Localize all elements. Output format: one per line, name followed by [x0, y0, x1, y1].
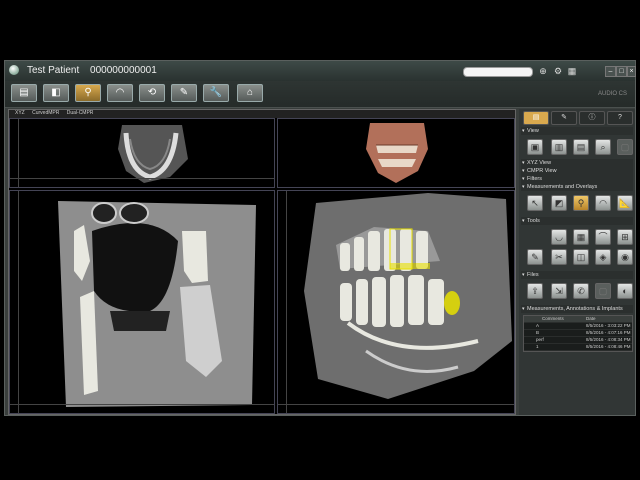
3d-render-view[interactable]	[277, 118, 515, 188]
3d-skull-image	[366, 123, 428, 183]
annotations-table: Comments Date A 8/5/2016 - 3:03:22 PM B …	[523, 315, 633, 352]
disabled-view-icon: ▢	[617, 139, 633, 155]
eraser-icon[interactable]: ◩	[551, 195, 567, 211]
section-cmpr-view[interactable]: CMPR View	[521, 167, 633, 175]
annotation-date: 8/5/2016 - 4:07:16 PM	[586, 330, 631, 335]
pen-icon[interactable]: ✎	[527, 249, 543, 265]
magnify-icon[interactable]: ⌕	[595, 139, 611, 155]
grid-icon[interactable]: ▦	[567, 66, 577, 76]
section-view[interactable]: View	[521, 127, 633, 135]
maximize-button[interactable]: □	[616, 66, 627, 77]
annotation-date: 8/5/2016 - 3:03:22 PM	[586, 323, 631, 328]
view-mode-3-icon[interactable]: ▤	[573, 139, 589, 155]
view-mode-1-icon[interactable]: ▣	[527, 139, 543, 155]
table-row[interactable]: A 8/5/2016 - 3:03:22 PM	[524, 323, 632, 330]
panorama-icon[interactable]: ▦	[573, 229, 589, 245]
annotation-name: 1	[536, 344, 539, 349]
table-header: Comments Date	[524, 316, 632, 323]
table-row[interactable]: perf 8/5/2016 - 4:08:34 PM	[524, 337, 632, 344]
cube-icon[interactable]: ◈	[595, 249, 611, 265]
window-title: Test Patient 000000000001	[27, 65, 165, 76]
viewport-area: XYZ CurvedMPR Dual-CMPR	[8, 109, 516, 415]
tools-button[interactable]: 🔧	[203, 84, 229, 102]
coronal-jaw-image	[58, 201, 256, 407]
settings-icon[interactable]: ⚙	[553, 66, 563, 76]
sagittal-jaw-image	[304, 193, 512, 399]
axial-view[interactable]	[9, 118, 275, 188]
zoom-icon[interactable]: ⊕	[538, 66, 548, 76]
section-annotations[interactable]: Measurements, Annotations & Implants	[521, 305, 633, 313]
tab-view-tools[interactable]: ▤	[523, 111, 549, 125]
brand-logo: AUDIO CS	[597, 91, 627, 97]
annotation-date: 8/5/2016 - 4:08:46 PM	[586, 344, 631, 349]
table-row[interactable]: 1 8/5/2016 - 4:08:46 PM	[524, 344, 632, 351]
minimize-button[interactable]: –	[605, 66, 616, 77]
title-bar: Test Patient 000000000001 ⊕ ⚙ ▦ – □ ×	[5, 61, 636, 81]
horizontal-ruler	[10, 178, 274, 187]
curve-icon[interactable]: ◡	[551, 229, 567, 245]
column-header-date: Date	[586, 316, 596, 321]
arch-icon[interactable]: ◠	[595, 195, 611, 211]
table-row[interactable]: B 8/5/2016 - 4:07:16 PM	[524, 330, 632, 337]
phone-icon[interactable]: ✆	[573, 283, 589, 299]
close-button[interactable]: ×	[627, 66, 636, 77]
annotation-name: A	[536, 323, 540, 328]
box-icon[interactable]: ◫	[573, 249, 589, 265]
tab-dual-cmpr[interactable]: Dual-CMPR	[67, 110, 94, 116]
section-measurements-overlays[interactable]: Measurements and Overlays	[521, 183, 633, 191]
save-icon[interactable]: ◐	[617, 283, 633, 299]
tab-help[interactable]: ?	[607, 111, 633, 125]
nerve-icon[interactable]: ⌒	[595, 229, 611, 245]
slices-button[interactable]: ◧	[43, 84, 69, 102]
layout-button[interactable]: ▤	[11, 84, 37, 102]
vertical-ruler	[10, 119, 19, 187]
volume-icon[interactable]: ◉	[617, 249, 633, 265]
report-button[interactable]: ✎	[171, 84, 197, 102]
annotation-name: perf	[536, 337, 544, 342]
annotation-name: B	[536, 330, 540, 335]
home-button[interactable]: ⌂	[237, 84, 263, 102]
scissors-icon[interactable]: ✂	[551, 249, 567, 265]
3d-rotate-button[interactable]: ⟲	[139, 84, 165, 102]
section-files[interactable]: Files	[521, 271, 633, 279]
application-window: Test Patient 000000000001 ⊕ ⚙ ▦ – □ × ▤ …	[4, 60, 636, 416]
tab-edit[interactable]: ✎	[551, 111, 577, 125]
search-input[interactable]	[463, 67, 533, 77]
view-mode-2-icon[interactable]: ▥	[551, 139, 567, 155]
section-xyz-view[interactable]: XYZ View	[521, 159, 633, 167]
disabled-file-icon: ▢	[595, 283, 611, 299]
vertical-ruler	[10, 191, 19, 413]
column-header-comments: Comments	[542, 316, 564, 321]
crop-icon[interactable]: ⊞	[617, 229, 633, 245]
patient-name: Test Patient	[27, 65, 80, 76]
pointer-icon[interactable]: ↖	[527, 195, 543, 211]
implant-tool-icon[interactable]: ⚲	[573, 195, 589, 211]
sagittal-view[interactable]	[277, 190, 515, 414]
right-sidebar: ▤ ✎ ⓘ ? View ▣ ▥ ▤ ⌕ ▢ XYZ View CMPR Vie…	[519, 109, 635, 415]
vertical-ruler	[278, 191, 287, 413]
export-icon[interactable]: ⇲	[551, 283, 567, 299]
tab-xyz[interactable]: XYZ	[15, 110, 25, 116]
tab-info[interactable]: ⓘ	[579, 111, 605, 125]
patient-id: 000000000001	[90, 65, 157, 76]
section-tools[interactable]: Tools	[521, 217, 633, 225]
annotation-date: 8/5/2016 - 4:08:34 PM	[586, 337, 631, 342]
horizontal-ruler	[278, 404, 514, 413]
implant-button[interactable]: ⚲	[75, 84, 101, 102]
tab-curvedmpr[interactable]: CurvedMPR	[32, 110, 59, 116]
open-file-icon[interactable]: ⇪	[527, 283, 543, 299]
coronal-view[interactable]	[9, 190, 275, 414]
panoramic-button[interactable]: ◠	[107, 84, 133, 102]
section-filters[interactable]: Filters	[521, 175, 633, 183]
horizontal-ruler	[10, 404, 274, 413]
main-toolbar: ▤ ◧ ⚲ ◠ ⟲ ✎ 🔧 ⌂ AUDIO CS	[5, 81, 635, 108]
ruler-icon[interactable]: 📐	[617, 195, 633, 211]
sidebar-tabs: ▤ ✎ ⓘ ?	[521, 111, 633, 125]
view-tabs: XYZ CurvedMPR Dual-CMPR	[9, 110, 515, 118]
app-logo-icon	[9, 65, 19, 75]
